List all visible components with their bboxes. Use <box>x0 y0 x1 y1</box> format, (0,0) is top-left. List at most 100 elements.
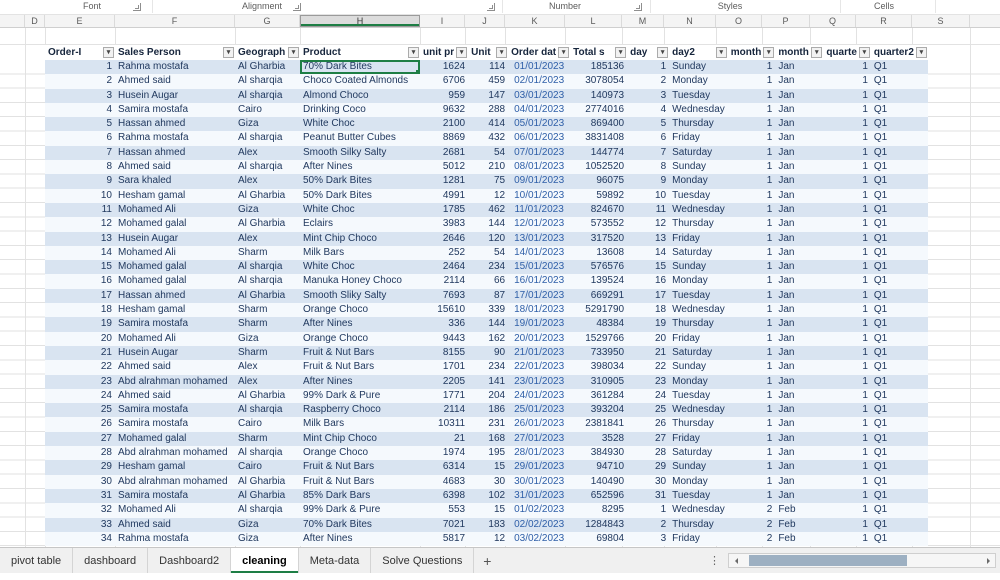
cell[interactable]: Thursday <box>669 117 728 131</box>
filter-dropdown-button[interactable]: ▾ <box>657 47 668 58</box>
cell[interactable]: 140490 <box>570 475 627 489</box>
cell[interactable]: Wednesday <box>669 103 728 117</box>
cell[interactable]: Al sharqia <box>235 446 300 460</box>
cell[interactable]: 2381841 <box>570 417 627 431</box>
cell[interactable]: 1 <box>728 389 776 403</box>
cell[interactable]: Almond Choco <box>300 89 420 103</box>
cell[interactable]: Sharm <box>235 432 300 446</box>
cell[interactable]: White Choc <box>300 260 420 274</box>
cell[interactable]: Q1 <box>871 160 928 174</box>
cell[interactable]: 2646 <box>420 232 468 246</box>
cell[interactable]: 1 <box>728 160 776 174</box>
cell[interactable]: 06/01/2023 <box>508 131 570 145</box>
cell[interactable]: Jan <box>775 403 823 417</box>
cell[interactable]: Alex <box>235 174 300 188</box>
cell[interactable]: Sharm <box>235 346 300 360</box>
cell[interactable]: Q1 <box>871 389 928 403</box>
cell[interactable]: 3983 <box>420 217 468 231</box>
column-header-H[interactable]: H <box>300 15 420 27</box>
cell[interactable]: 288 <box>468 103 508 117</box>
cell[interactable]: 336 <box>420 317 468 331</box>
cell[interactable]: Al sharqia <box>235 89 300 103</box>
cell[interactable]: Jan <box>775 389 823 403</box>
cell[interactable]: Samira mostafa <box>115 417 235 431</box>
cell[interactable]: 5291790 <box>570 303 627 317</box>
cell[interactable]: 459 <box>468 74 508 88</box>
cell[interactable]: 1 <box>823 446 871 460</box>
cell[interactable]: 2 <box>627 518 669 532</box>
sheet-tab-dashboard2[interactable]: Dashboard2 <box>148 548 231 573</box>
font-dialog-launcher-icon[interactable] <box>133 3 141 11</box>
cell[interactable]: Saturday <box>669 446 728 460</box>
filter-dropdown-button[interactable]: ▾ <box>288 47 299 58</box>
cell[interactable]: 2681 <box>420 146 468 160</box>
cell[interactable]: 144 <box>468 317 508 331</box>
cell[interactable]: Jan <box>775 232 823 246</box>
cell[interactable]: 28 <box>45 446 115 460</box>
column-header-cell[interactable]: Unit▾ <box>468 45 508 60</box>
cell[interactable]: Smooth Sliky Salty <box>300 289 420 303</box>
cell[interactable]: 29 <box>627 460 669 474</box>
cell[interactable]: 3 <box>627 532 669 546</box>
cell[interactable]: 1 <box>823 189 871 203</box>
cell[interactable]: Q1 <box>871 532 928 546</box>
cell[interactable]: 102 <box>468 489 508 503</box>
cell[interactable]: 23 <box>45 375 115 389</box>
cell[interactable]: 204 <box>468 389 508 403</box>
cell[interactable]: Samira mostafa <box>115 317 235 331</box>
cell[interactable]: 96075 <box>570 174 627 188</box>
cell[interactable]: 1 <box>728 146 776 160</box>
cell[interactable]: 7693 <box>420 289 468 303</box>
cell[interactable]: Giza <box>235 332 300 346</box>
cell[interactable]: 1 <box>823 346 871 360</box>
cell[interactable]: 2100 <box>420 117 468 131</box>
cell[interactable]: Friday <box>669 131 728 145</box>
cell[interactable]: Al sharqia <box>235 74 300 88</box>
cell[interactable]: Monday <box>669 174 728 188</box>
cell[interactable]: 02/01/2023 <box>508 74 570 88</box>
cell[interactable]: 13 <box>627 232 669 246</box>
cell[interactable]: Q1 <box>871 89 928 103</box>
cell[interactable]: Feb <box>775 532 823 546</box>
column-header-cell[interactable]: Total s▾ <box>570 45 627 60</box>
cell[interactable]: Saturday <box>669 346 728 360</box>
cell[interactable]: Jan <box>775 303 823 317</box>
cell[interactable]: Jan <box>775 475 823 489</box>
filter-dropdown-button[interactable]: ▾ <box>763 47 774 58</box>
cell[interactable]: 1 <box>728 303 776 317</box>
cell[interactable]: Tuesday <box>669 489 728 503</box>
cell[interactable]: 1 <box>823 432 871 446</box>
cell[interactable]: Manuka Honey Choco <box>300 274 420 288</box>
filter-dropdown-button[interactable]: ▾ <box>223 47 234 58</box>
cell[interactable]: Monday <box>669 74 728 88</box>
cell[interactable]: Jan <box>775 217 823 231</box>
column-header-M[interactable]: M <box>622 15 664 27</box>
cell[interactable]: 210 <box>468 160 508 174</box>
cell[interactable]: 15 <box>468 460 508 474</box>
cell[interactable]: Jan <box>775 131 823 145</box>
cell[interactable]: Mohamed Ali <box>115 246 235 260</box>
cell[interactable]: Q1 <box>871 289 928 303</box>
cell[interactable]: 573552 <box>570 217 627 231</box>
cell[interactable]: Alex <box>235 375 300 389</box>
cell[interactable]: 33 <box>45 518 115 532</box>
cell[interactable]: White Choc <box>300 117 420 131</box>
cell[interactable]: 252 <box>420 246 468 260</box>
cell[interactable]: Samira mostafa <box>115 103 235 117</box>
cell[interactable]: 5817 <box>420 532 468 546</box>
column-header-cell[interactable]: day2▾ <box>669 45 728 60</box>
column-header-K[interactable]: K <box>505 15 565 27</box>
cell[interactable]: 231 <box>468 417 508 431</box>
cell[interactable]: 15/01/2023 <box>508 260 570 274</box>
cell[interactable]: Fruit & Nut Bars <box>300 475 420 489</box>
cell[interactable]: 19 <box>627 317 669 331</box>
cell[interactable]: 1 <box>823 117 871 131</box>
cell[interactable]: 432 <box>468 131 508 145</box>
cell[interactable]: Jan <box>775 60 823 74</box>
cell[interactable]: Thursday <box>669 417 728 431</box>
cell[interactable]: Jan <box>775 360 823 374</box>
cell[interactable]: Q1 <box>871 146 928 160</box>
cell[interactable]: 1 <box>728 103 776 117</box>
cell[interactable]: 54 <box>468 146 508 160</box>
cell[interactable]: Giza <box>235 117 300 131</box>
